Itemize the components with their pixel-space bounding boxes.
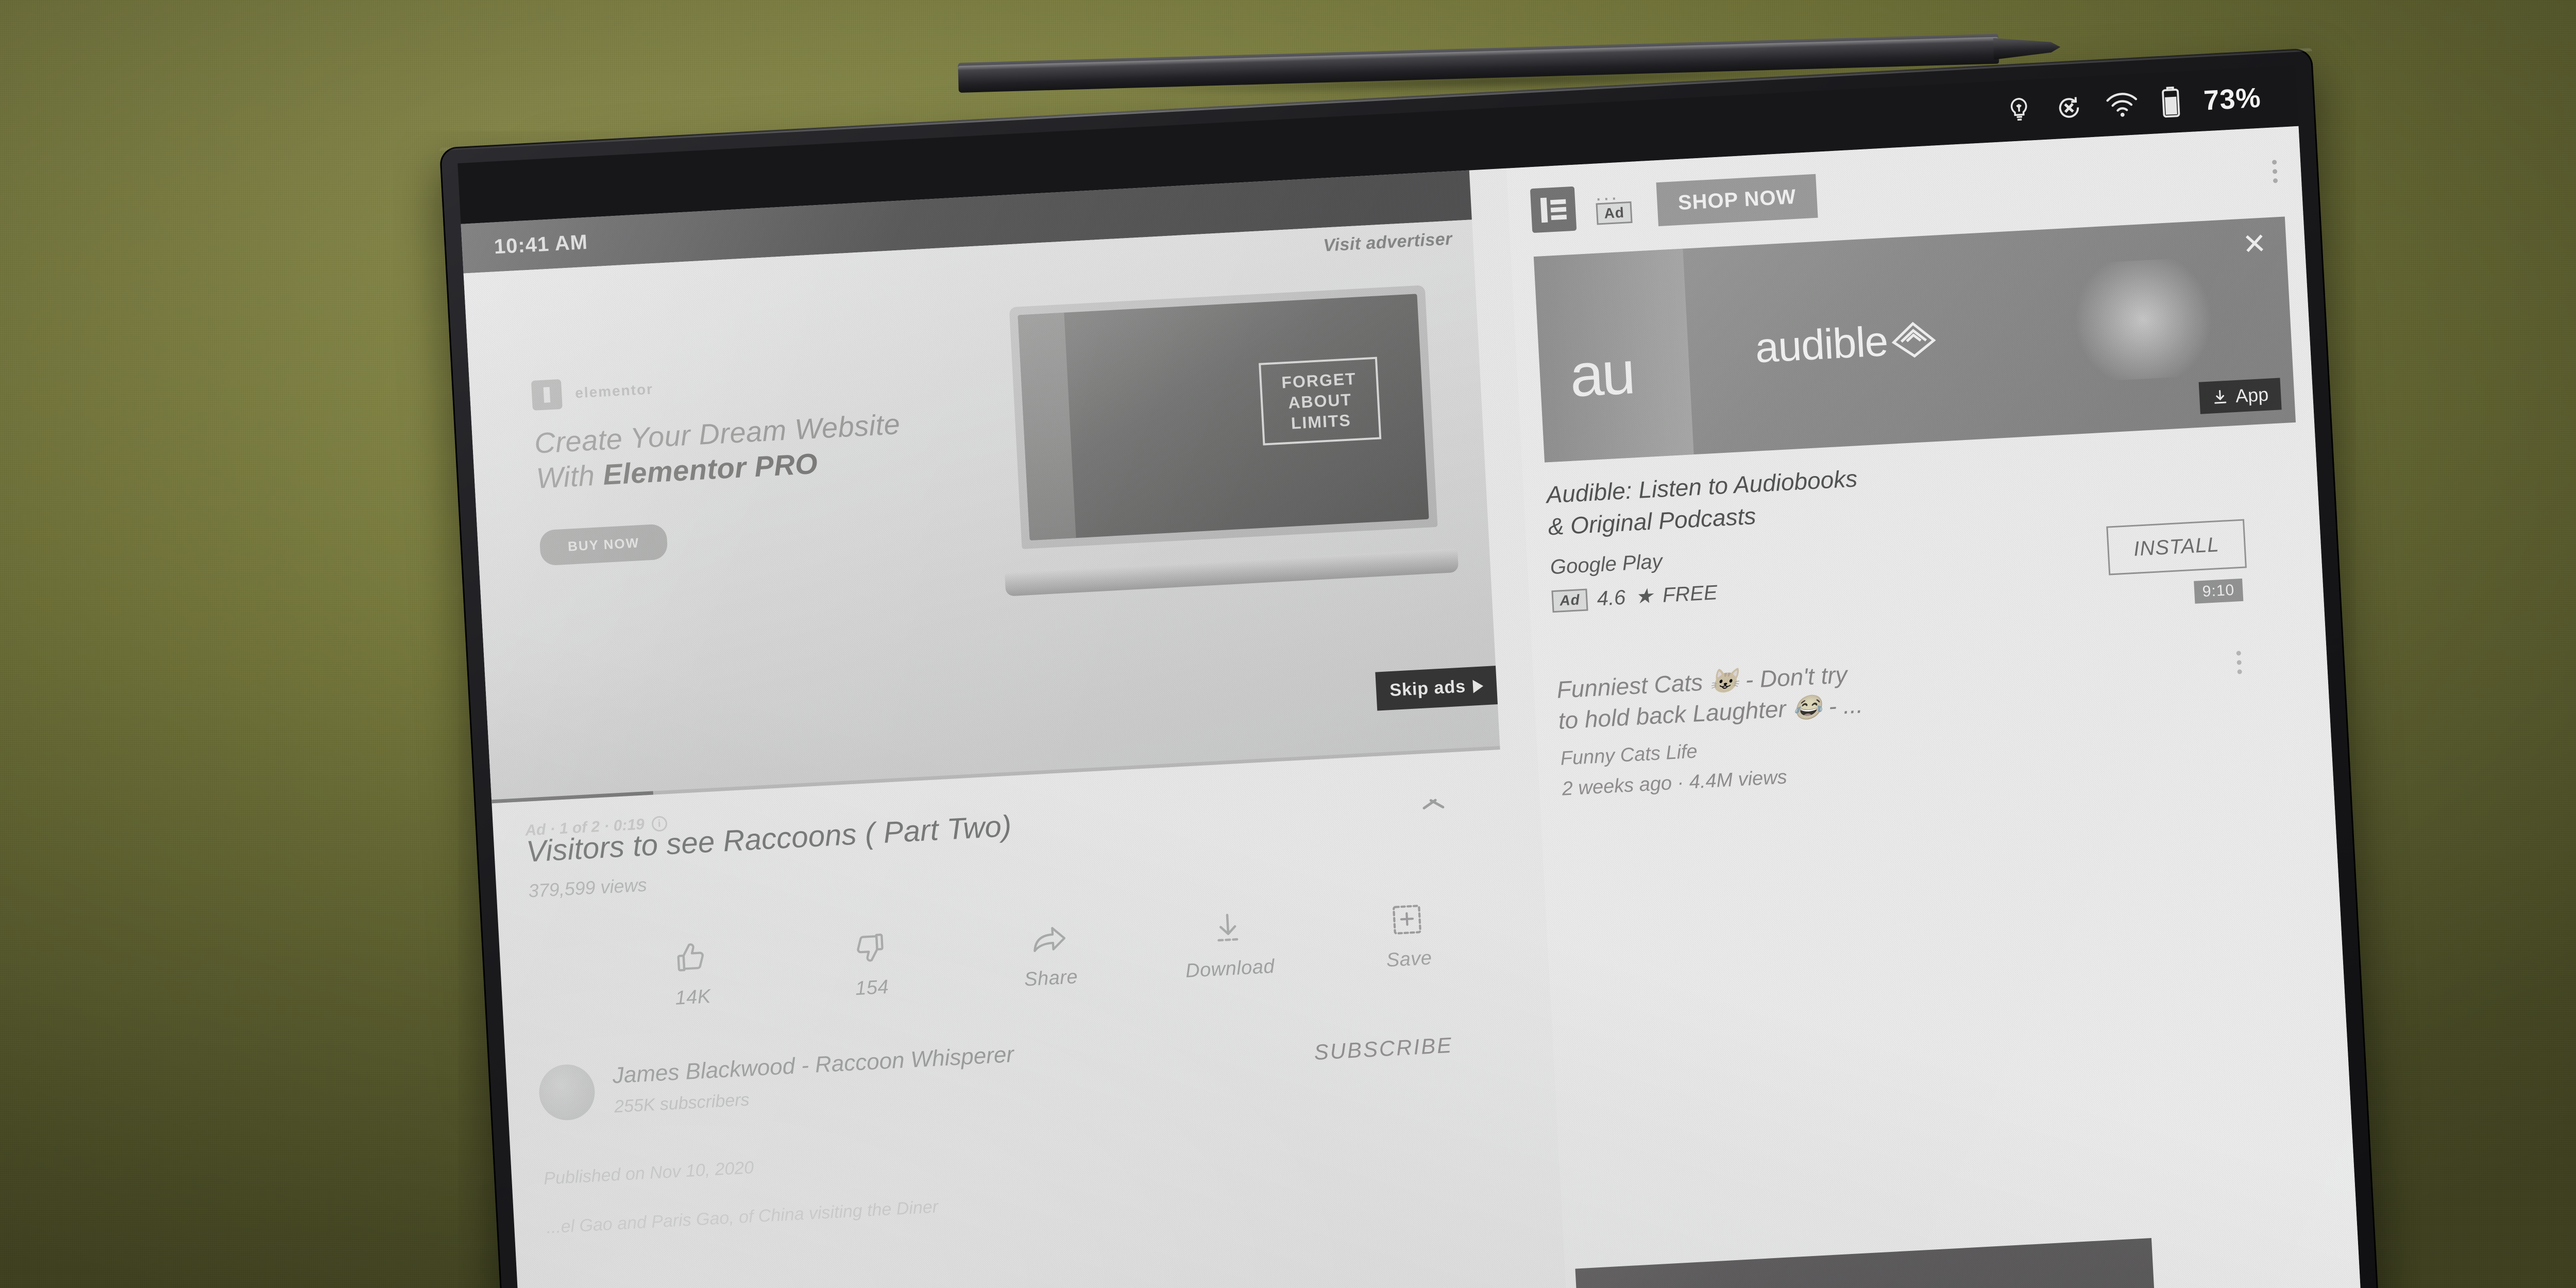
right-sidebar: ... Ad SHOP NOW au audible ✕ App Audible… (1506, 126, 2365, 1288)
ad-badge: Ad (1596, 201, 1633, 225)
more-vertical-icon[interactable] (2272, 159, 2283, 183)
recommended-video-item[interactable]: 9:10 Funniest Cats 😺 - Don't try to hold… (1556, 579, 2314, 800)
visit-advertiser-link[interactable]: Visit advertiser (1323, 229, 1453, 256)
save-icon (1389, 895, 1425, 937)
subscribe-button[interactable]: SUBSCRIBE (1313, 1031, 1484, 1064)
eink-tablet: 73% 10:41 AM Visit advertiser elementor … (439, 48, 2382, 1288)
ad-headline-prefix: With (535, 459, 604, 495)
rating-value: 4.6 (1596, 586, 1626, 611)
skip-ads-button[interactable]: Skip ads (1375, 666, 1498, 711)
ad-brand-name: elementor (574, 381, 654, 401)
lightbulb-icon[interactable] (2005, 95, 2032, 126)
thumbs-up-icon (673, 933, 709, 975)
elementor-logo-icon (1530, 186, 1577, 233)
banner-cloud-glow (2071, 256, 2231, 383)
ad-headline-line1: Create Your Dream Website (533, 408, 901, 460)
dislike-button[interactable]: 154 (779, 920, 962, 1004)
video-player[interactable]: Visit advertiser elementor Create Your D… (463, 219, 1500, 839)
download-icon (1211, 905, 1245, 946)
like-count: 14K (674, 986, 711, 1009)
player-progress-fill (492, 791, 653, 804)
battery-icon[interactable] (2160, 86, 2182, 120)
share-button[interactable]: Share (958, 910, 1141, 994)
skip-forward-icon (1472, 679, 1484, 693)
avatar[interactable] (537, 1063, 597, 1122)
price-label: FREE (1662, 581, 1718, 607)
ad-copy-block: elementor Create Your Dream Website With… (531, 360, 932, 566)
audible-wordmark-text: audible (1754, 317, 1889, 372)
video-duration-badge: 9:10 (2193, 579, 2244, 604)
ad-badge: Ad (1551, 588, 1588, 613)
ad-headline: Create Your Dream Website With Elementor… (534, 405, 928, 496)
chevron-up-icon[interactable] (1421, 797, 1445, 811)
promo-overflow-dots: ... (1595, 181, 1619, 206)
mix-playlist-card[interactable]: Mix (1575, 1238, 2161, 1288)
download-label: Download (1185, 955, 1276, 982)
sync-disabled-icon[interactable] (2054, 93, 2084, 123)
forget-about-limits-overlay: FORGET ABOUT LIMITS (1259, 357, 1382, 446)
ad-brand-row: elementor (531, 360, 924, 411)
laptop-base (1005, 548, 1459, 597)
skip-ads-label: Skip ads (1389, 676, 1467, 701)
ad-buy-now-button[interactable]: BUY NOW (539, 523, 668, 566)
player-ad-creative[interactable]: Visit advertiser elementor Create Your D… (463, 219, 1500, 804)
laptop-screen-sidebar (1018, 312, 1076, 540)
clock-label: 10:41 AM (493, 230, 589, 258)
channel-text: James Blackwood - Raccoon Whisperer 255K… (612, 1026, 1316, 1117)
close-icon[interactable]: ✕ (2242, 227, 2267, 260)
install-button[interactable]: INSTALL (2106, 519, 2247, 575)
more-vertical-icon[interactable] (2236, 651, 2242, 674)
laptop-illustration: FORGET ABOUT LIMITS (991, 284, 1459, 597)
dislike-count: 154 (855, 976, 890, 1000)
thumbs-down-icon (852, 924, 888, 965)
wifi-icon[interactable] (2105, 92, 2138, 118)
star-icon: ★ (1634, 584, 1654, 608)
elementor-logo-icon (531, 379, 563, 411)
promo-mid: ... Ad (1595, 181, 1633, 225)
save-button[interactable]: Save (1316, 891, 1499, 975)
audible-logo-icon (1892, 321, 1937, 358)
audible-partial-wordmark: au (1568, 338, 1635, 410)
shop-now-button[interactable]: SHOP NOW (1656, 174, 1818, 226)
share-icon (1030, 914, 1068, 956)
video-action-bar: 14K 154 Share Download Save (499, 891, 1512, 1019)
battery-percent-label: 73% (2202, 82, 2262, 116)
audible-title-line2: & Original Podcasts (1547, 502, 1757, 540)
audible-wordmark: audible (1754, 317, 1938, 372)
eink-screen: 10:41 AM Visit advertiser elementor Crea… (461, 126, 2365, 1288)
audible-ad-card[interactable]: au audible ✕ App Audible: Listen to Audi… (1533, 216, 2304, 613)
download-icon (2214, 390, 2227, 404)
channel-row[interactable]: James Blackwood - Raccoon Whisperer 255K… (506, 1014, 1517, 1123)
laptop-lid: FORGET ABOUT LIMITS (1009, 285, 1438, 549)
video-info-block: Visitors to see Raccoons ( Part Two) 379… (494, 783, 1505, 904)
download-button[interactable]: Download (1137, 901, 1320, 985)
like-button[interactable]: 14K (600, 929, 783, 1013)
stylus-tip (1993, 36, 2061, 60)
audible-ad-meta: Google Play Ad 4.6 ★ FREE (1550, 527, 2109, 613)
publish-date: Published on Nov 10, 2020 (543, 1158, 755, 1189)
share-label: Share (1024, 966, 1079, 991)
app-badge-label: App (2234, 383, 2269, 406)
laptop-screen: FORGET ABOUT LIMITS (1018, 294, 1429, 540)
audible-title-line1: Audible: Listen to Audiobooks (1546, 465, 1858, 509)
save-label: Save (1385, 947, 1433, 972)
app-install-badge[interactable]: App (2198, 378, 2282, 414)
audible-banner-image[interactable]: au audible ✕ App (1533, 216, 2296, 463)
